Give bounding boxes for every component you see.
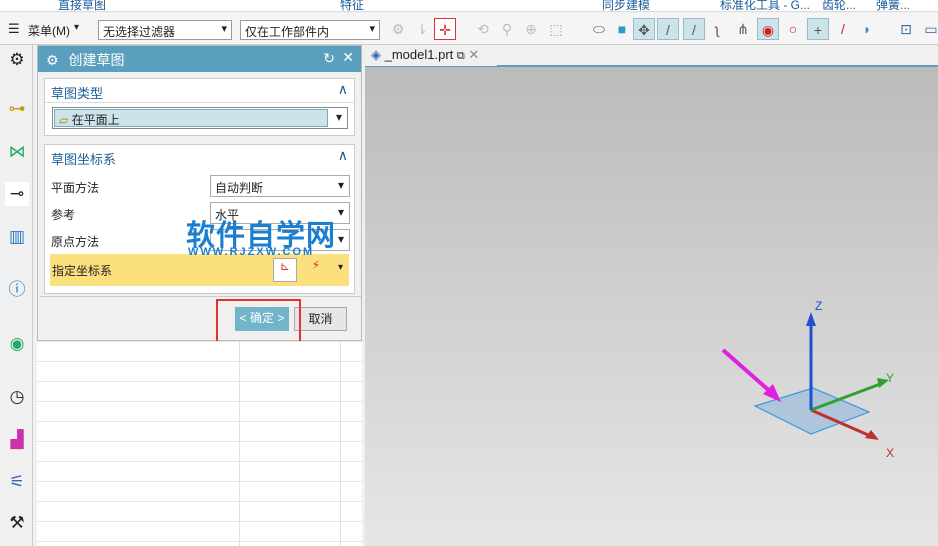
origin-method-label: 原点方法 xyxy=(51,235,100,249)
cube-icon[interactable]: ■ xyxy=(611,18,633,40)
reference-label: 参考 xyxy=(51,208,76,222)
highlight-box xyxy=(216,299,301,345)
palette-icon[interactable]: ▟ xyxy=(5,428,29,452)
navigator-table xyxy=(37,341,362,546)
rotate-icon[interactable]: ⟲ xyxy=(472,18,494,40)
collapse-icon[interactable]: ∧ xyxy=(338,81,348,98)
close-tab-icon[interactable]: ✕ xyxy=(468,47,479,62)
chevron-down-icon: ▾ xyxy=(335,110,342,124)
assembly-navigator-icon[interactable]: ⊶ xyxy=(5,97,29,121)
section-header-sketch-type[interactable]: 草图类型 xyxy=(45,79,354,103)
rectangle-select-icon[interactable]: ⬚ xyxy=(545,18,567,40)
roles-icon[interactable]: ⚒ xyxy=(5,511,29,535)
popout-icon[interactable]: ⧉ xyxy=(457,50,465,62)
pan-icon[interactable]: ▭ xyxy=(920,18,938,40)
sketch-type-value: 在平面上 xyxy=(71,113,120,127)
pointer-arrow xyxy=(721,348,775,396)
cancel-button[interactable]: 取消 xyxy=(294,307,347,331)
process-icon[interactable]: ⚟ xyxy=(5,470,29,494)
ribbon-group-direct-sketch[interactable]: 直接草图 xyxy=(58,0,106,11)
history-icon[interactable]: ◷ xyxy=(5,385,29,409)
y-axis-label: Y xyxy=(886,371,895,385)
ribbon-group-feature[interactable]: 特征 xyxy=(340,0,364,11)
part-icon[interactable]: ⬭ xyxy=(588,18,610,40)
reuse-library-icon[interactable]: ▥ xyxy=(5,225,29,249)
x-axis-label: X xyxy=(886,446,895,460)
reset-icon[interactable]: ↻ xyxy=(323,50,335,67)
menu-button[interactable]: 菜单(M) xyxy=(28,22,70,39)
assembly-icon[interactable]: ⚲ xyxy=(496,18,518,40)
specify-csys-row[interactable]: 指定坐标系 ⊾ ⚡ ▾ xyxy=(50,254,349,286)
circle-center-icon[interactable]: ◉ xyxy=(757,18,779,40)
plane-method-label: 平面方法 xyxy=(51,181,100,195)
settings-icon[interactable]: ⚙ xyxy=(5,48,29,72)
line-end-icon[interactable]: / xyxy=(657,18,679,40)
intersection-icon[interactable]: ⋔ xyxy=(732,18,754,40)
filter-icon[interactable]: ⇂ xyxy=(411,18,433,40)
tab-strip: ◈ _model1.prt ⧉ ✕ xyxy=(365,45,938,67)
plane-method-dropdown[interactable]: 自动判断 xyxy=(210,175,350,197)
toolbar: ☰ 菜单(M) ▾ 无选择过滤器 仅在工作部件内 ⚙ ⇂ ✛ ⟲ ⚲ ⊕ ⬚ ⬭… xyxy=(0,13,938,45)
z-axis-label: Z xyxy=(815,299,823,313)
snap-endpoints-icon[interactable]: ✥ xyxy=(633,18,655,40)
point-filter-icon[interactable]: ✛ xyxy=(434,18,456,40)
midpoint-icon[interactable]: / xyxy=(683,18,705,40)
resource-bar: ⚙ ⊶ ⋈ ⊸ ▥ ⓘ ◉ ◷ ▟ ⚟ ⚒ xyxy=(0,45,33,546)
quadrant-icon[interactable]: ○ xyxy=(782,18,804,40)
dialog-header: ⚙ 创建草图 ↻ ✕ xyxy=(38,46,361,72)
face-icon[interactable]: ◗ xyxy=(856,18,878,40)
dialog-title: 创建草图 xyxy=(68,52,125,68)
create-sketch-dialog: ⚙ 创建草图 ↻ ✕ 草图类型 ∧ ▱ 在平面上 ▾ 草图坐标系 ∧ 平面方法 … xyxy=(37,45,362,345)
point-on-curve-icon[interactable]: / xyxy=(832,18,854,40)
collapse-icon[interactable]: ∧ xyxy=(338,147,348,164)
ribbon-group-standard-tools[interactable]: 标准化工具 - G... xyxy=(720,0,810,11)
divider xyxy=(40,296,361,297)
selection-scope-dropdown[interactable]: 仅在工作部件内 xyxy=(240,20,380,40)
inferred-csys-icon[interactable]: ⚡ xyxy=(302,258,330,282)
constraint-navigator-icon[interactable]: ⋈ xyxy=(5,140,29,164)
ribbon-group-bar: 直接草图 特征 同步建模 标准化工具 - G... 齿轮... 弹簧... xyxy=(0,0,938,12)
ribbon-group-sync-modeling[interactable]: 同步建模 xyxy=(602,0,650,11)
selection-filter-dropdown[interactable]: 无选择过滤器 xyxy=(98,20,232,40)
plane-icon: ▱ xyxy=(59,113,69,127)
part-file-icon: ◈ xyxy=(371,47,381,62)
close-icon[interactable]: ✕ xyxy=(342,49,354,66)
watermark-url: WWW.RJZXW.COM xyxy=(188,246,315,258)
csys-dialog-icon[interactable]: ⊾ xyxy=(273,258,297,282)
specify-csys-label: 指定坐标系 xyxy=(52,264,113,278)
section-header-csys[interactable]: 草图坐标系 xyxy=(45,145,354,169)
curve-icon[interactable]: ʅ xyxy=(706,18,728,40)
ribbon-group-spring[interactable]: 弹簧... xyxy=(876,0,910,11)
gear-icon[interactable]: ⚙ xyxy=(46,52,59,68)
web-browser-icon[interactable]: ◉ xyxy=(5,332,29,356)
menu-dropdown-icon[interactable]: ▾ xyxy=(74,22,79,33)
menu-icon[interactable]: ☰ xyxy=(8,21,20,37)
select-point-icon[interactable]: ⊕ xyxy=(520,18,542,40)
tab-label: _model1.prt xyxy=(384,47,454,62)
sketch-type-dropdown[interactable]: ▱ 在平面上 ▾ xyxy=(52,107,348,129)
graphics-viewport[interactable]: ◈ _model1.prt ⧉ ✕ X Y Z xyxy=(365,45,938,546)
info-icon[interactable]: ⓘ xyxy=(5,278,29,302)
zoom-window-icon[interactable]: ⊡ xyxy=(895,18,917,40)
tab-model1[interactable]: ◈ _model1.prt ⧉ ✕ xyxy=(365,45,497,66)
chevron-down-icon[interactable]: ▾ xyxy=(338,262,343,273)
sketch-type-section: 草图类型 ∧ ▱ 在平面上 ▾ xyxy=(44,78,355,136)
ribbon-group-gear[interactable]: 齿轮... xyxy=(822,0,856,11)
snap-icon[interactable]: ⚙ xyxy=(387,18,409,40)
crosshair-icon[interactable]: + xyxy=(807,18,829,40)
part-navigator-icon[interactable]: ⊸ xyxy=(5,182,29,206)
csys-triad[interactable] xyxy=(715,290,915,460)
